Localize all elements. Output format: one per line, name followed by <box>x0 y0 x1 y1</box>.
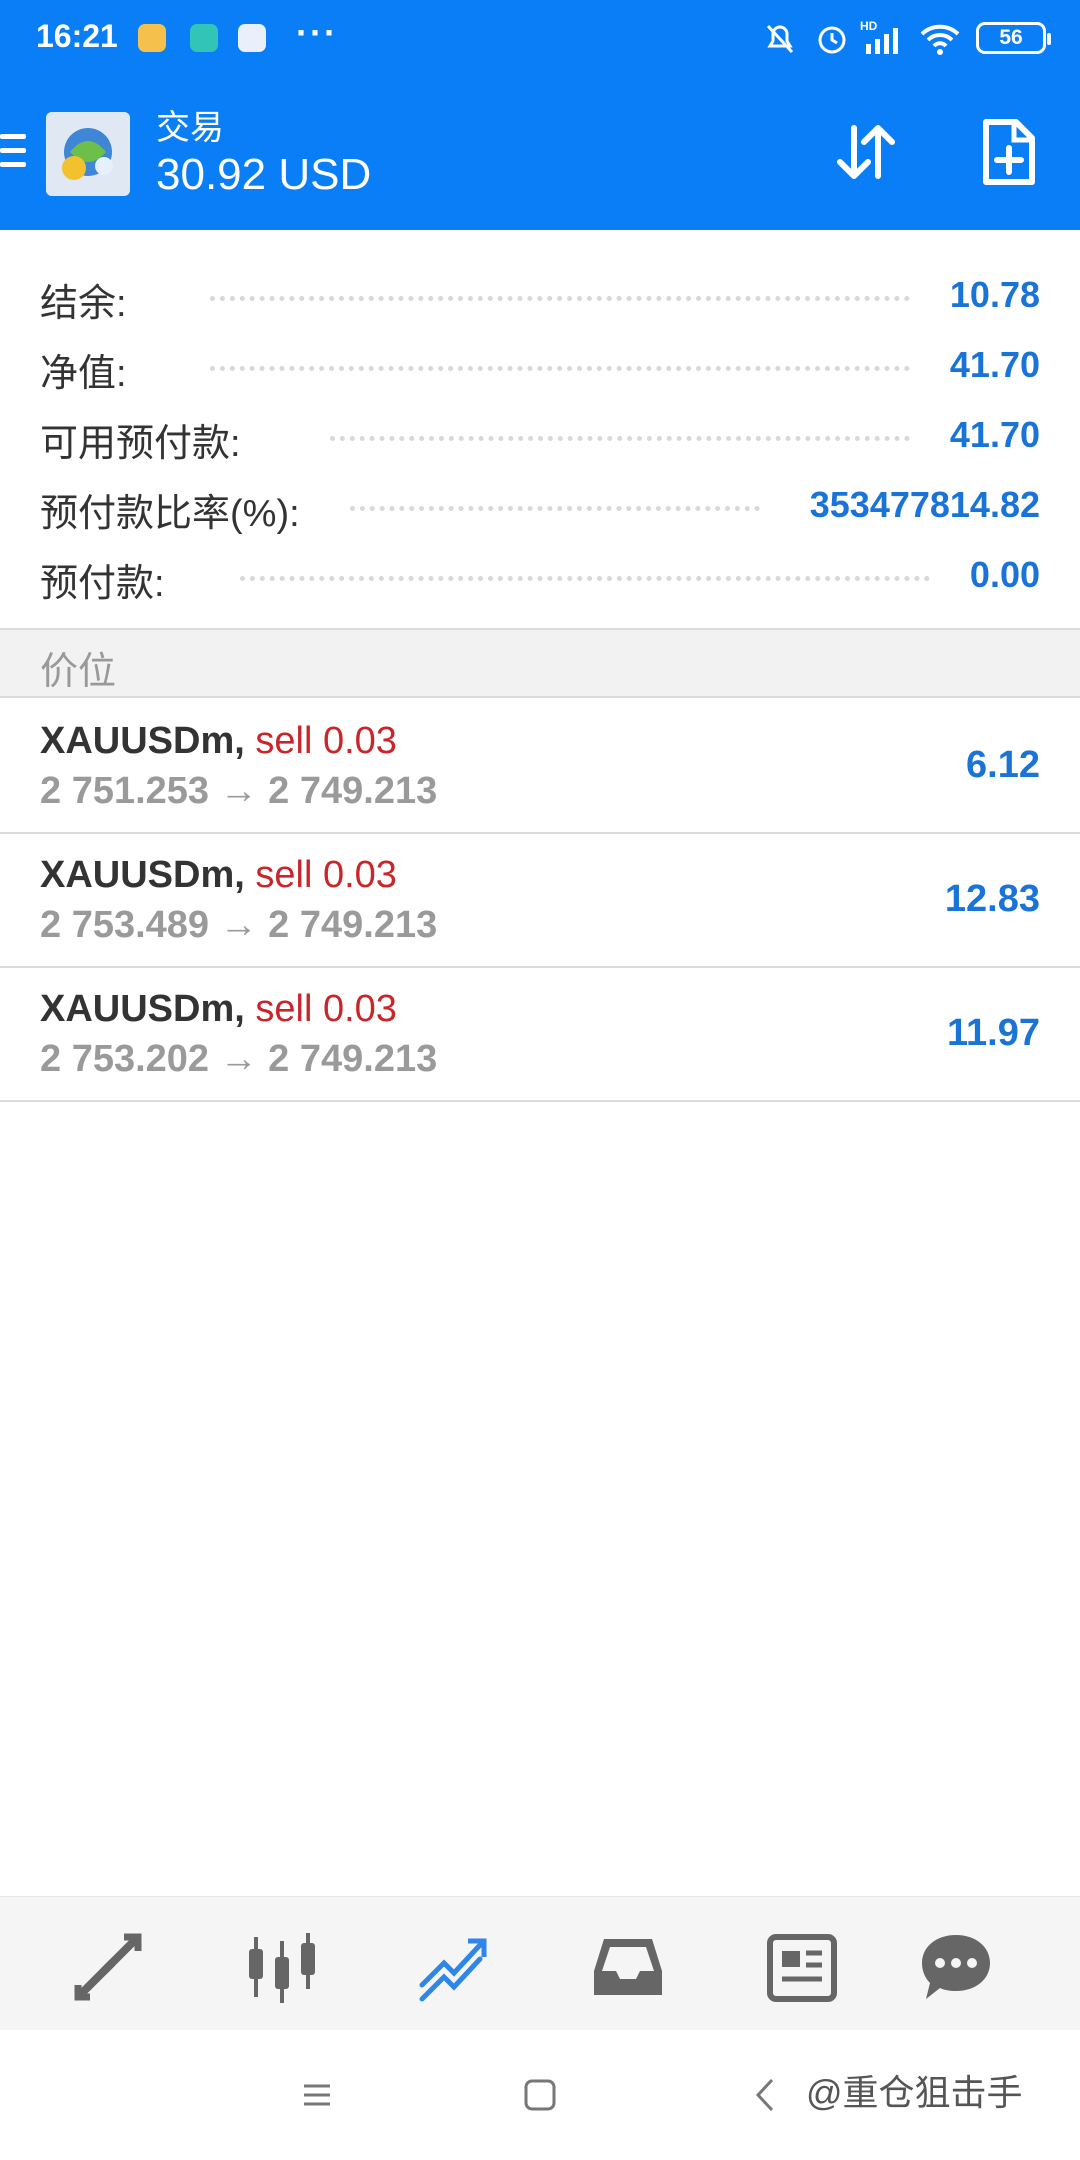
position-profit: 6.12 <box>966 744 1040 786</box>
chart-tab-icon[interactable] <box>242 1927 322 2007</box>
calendar-app-icon <box>238 24 266 52</box>
trade-tab-icon[interactable] <box>414 1927 494 2007</box>
position-symbol: XAUUSDm, <box>40 988 245 1030</box>
account-summary: 结余: 10.78 净值: 41.70 可用预付款: 41.70 预付款比率(%… <box>0 230 1080 628</box>
position-side: sell 0.03 <box>255 720 397 762</box>
system-nav-bar: @重仓狙击手 <box>0 2030 1080 2160</box>
positions-section-header: 价位 <box>0 628 1080 698</box>
position-symbol: XAUUSDm, <box>40 720 245 762</box>
summary-value: 353477814.82 <box>791 484 1040 526</box>
top-bar: 16:21 ··· HD 56 交易 30.92 USD <box>0 0 1080 230</box>
summary-row-margin-level: 预付款比率(%): 353477814.82 <box>40 468 1040 538</box>
position-prices: 2 753.202 → 2 749.213 <box>40 1038 438 1080</box>
summary-row-margin: 预付款: 0.00 <box>40 538 1040 608</box>
summary-row-free-margin: 可用预付款: 41.70 <box>40 398 1040 468</box>
position-title: XAUUSDm, sell 0.03 <box>40 988 397 1031</box>
position-title: XAUUSDm, sell 0.03 <box>40 854 397 897</box>
battery-icon: 56 <box>976 22 1051 54</box>
mute-icon <box>766 24 794 54</box>
summary-label: 净值: <box>40 342 145 397</box>
summary-label: 结余: <box>40 272 145 327</box>
back-icon[interactable] <box>742 2070 792 2120</box>
hd-signal-icon: HD <box>860 19 898 54</box>
bottom-tab-bar <box>0 1896 1080 2030</box>
svg-text:HD: HD <box>860 19 878 33</box>
position-row[interactable]: XAUUSDm, sell 0.03 2 753.489 → 2 749.213… <box>0 834 1080 968</box>
menu-icon[interactable] <box>0 134 26 174</box>
position-side: sell 0.03 <box>255 988 397 1030</box>
messages-tab-icon[interactable] <box>916 1927 996 2007</box>
more-notifications-icon: ··· <box>296 12 338 53</box>
summary-value: 41.70 <box>931 344 1040 386</box>
position-title: XAUUSDm, sell 0.03 <box>40 720 397 763</box>
position-prices: 2 751.253 → 2 749.213 <box>40 770 438 812</box>
home-icon[interactable] <box>515 2070 565 2120</box>
summary-label: 预付款: <box>40 552 183 607</box>
news-tab-icon[interactable] <box>762 1927 842 2007</box>
shield-app-icon <box>190 24 218 52</box>
chat-app-icon <box>138 24 166 52</box>
recent-apps-icon[interactable] <box>292 2070 342 2120</box>
position-symbol: XAUUSDm, <box>40 854 245 896</box>
summary-value: 41.70 <box>931 414 1040 456</box>
quotes-tab-icon[interactable] <box>68 1927 148 2007</box>
summary-value: 0.00 <box>951 554 1040 596</box>
position-row[interactable]: XAUUSDm, sell 0.03 2 751.253 → 2 749.213… <box>0 700 1080 834</box>
position-prices: 2 753.489 → 2 749.213 <box>40 904 438 946</box>
summary-row-balance: 结余: 10.78 <box>40 258 1040 328</box>
header-balance: 30.92 USD <box>156 150 372 199</box>
positions-header-label: 价位 <box>40 651 117 693</box>
summary-label: 预付款比率(%): <box>40 482 318 537</box>
summary-row-equity: 净值: 41.70 <box>40 328 1040 398</box>
history-tab-icon[interactable] <box>588 1927 668 2007</box>
position-profit: 12.83 <box>944 878 1040 920</box>
summary-label: 可用预付款: <box>40 412 259 467</box>
page-title: 交易 <box>156 109 224 147</box>
position-row[interactable]: XAUUSDm, sell 0.03 2 753.202 → 2 749.213… <box>0 968 1080 1102</box>
watermark-text: @重仓狙击手 <box>806 2064 1023 2116</box>
alarm-icon <box>818 26 846 54</box>
wifi-icon <box>920 24 960 55</box>
summary-value: 10.78 <box>931 274 1040 316</box>
new-order-icon[interactable] <box>968 112 1048 192</box>
position-profit: 11.97 <box>947 1012 1040 1054</box>
sort-icon[interactable] <box>826 112 906 192</box>
app-logo[interactable] <box>46 112 130 196</box>
status-bar: 16:21 ··· HD 56 <box>0 0 1080 76</box>
position-side: sell 0.03 <box>255 854 397 896</box>
status-time: 16:21 <box>36 18 118 54</box>
